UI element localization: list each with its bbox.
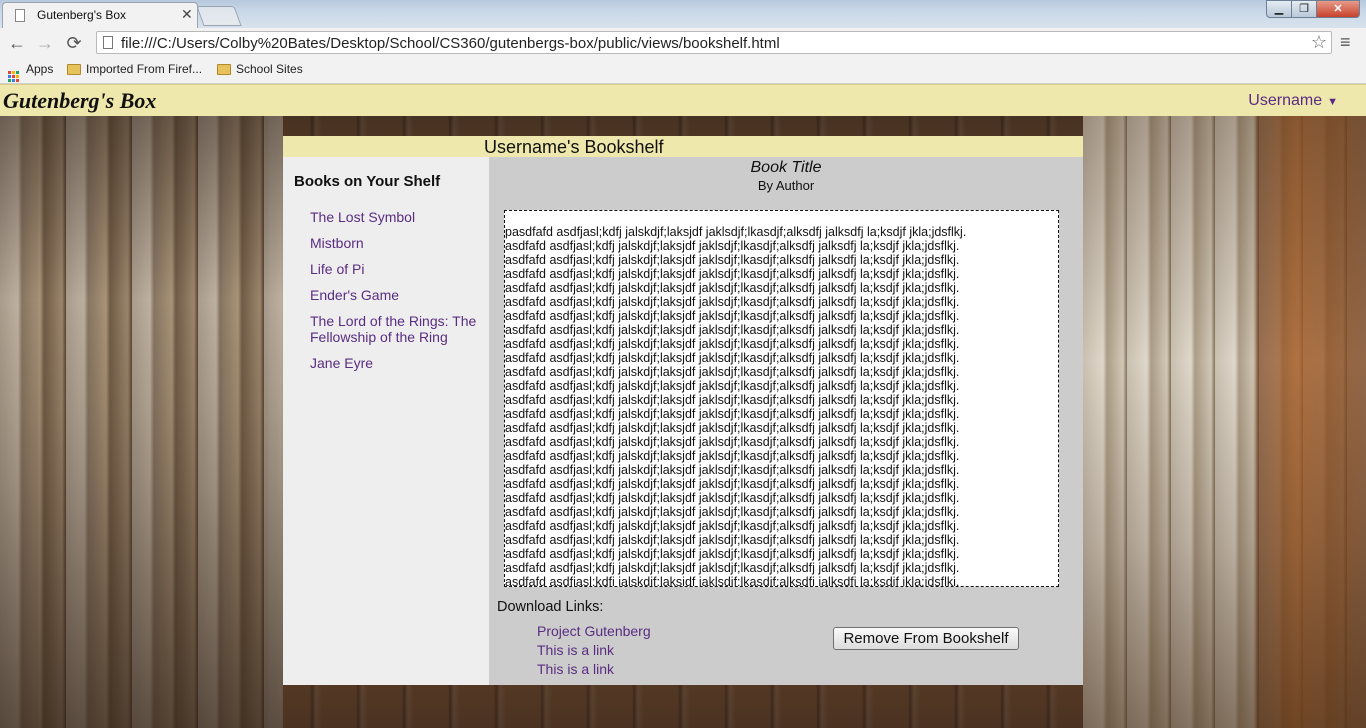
tab-close-icon[interactable]: ✕: [181, 6, 193, 23]
bookmark-school-sites-folder[interactable]: School Sites: [217, 62, 303, 76]
download-link[interactable]: This is a link: [537, 641, 651, 660]
bookmark-star-icon[interactable]: ☆: [1311, 32, 1327, 53]
window-controls: ▁ ❐ ✕: [1266, 0, 1360, 20]
reader-text-line: asdfafd asdfjasl;kdfj jalskdjf;laksjdf j…: [505, 505, 960, 519]
download-link[interactable]: This is a link: [537, 660, 651, 679]
bookshelf-header: Username's Bookshelf: [283, 136, 1083, 157]
bookmark-label: School Sites: [236, 62, 303, 76]
book-link[interactable]: Jane Eyre: [310, 355, 480, 371]
site-header: Gutenberg's Box Username ▼: [0, 84, 1366, 116]
reader-text-line: asdfafd asdfjasl;kdfj jalskdjf;laksjdf j…: [505, 547, 960, 561]
book-title: Book Title: [750, 159, 822, 176]
bookmarks-bar: Apps Imported From Firef... School Sites: [0, 58, 1366, 84]
apps-grid-icon: [8, 71, 20, 83]
reader-text-line: asdfafd asdfjasl;kdfj jalskdjf;laksjdf j…: [505, 323, 960, 337]
reader-text-line: asdfafd asdfjasl;kdfj jalskdjf;laksjdf j…: [505, 393, 960, 407]
tab-title: Gutenberg's Box: [37, 8, 127, 22]
reader-text-line: asdfafd asdfjasl;kdfj jalskdjf;laksjdf j…: [505, 253, 960, 267]
reader-text-line: asdfafd asdfjasl;kdfj jalskdjf;laksjdf j…: [505, 365, 960, 379]
folder-icon: [217, 64, 231, 75]
minimize-button[interactable]: ▁: [1266, 0, 1292, 18]
close-window-button[interactable]: ✕: [1316, 0, 1360, 18]
browser-toolbar: ← → ⟳ file:///C:/Users/Colby%20Bates/Des…: [0, 28, 1366, 58]
bookshelf-title: Username's Bookshelf: [484, 137, 664, 157]
download-link[interactable]: Project Gutenberg: [537, 622, 651, 641]
book-link[interactable]: Mistborn: [310, 235, 480, 251]
background-bookshelf-left: [0, 116, 283, 728]
reader-text-line: asdfafd asdfjasl;kdfj jalskdjf;laksjdf j…: [505, 337, 960, 351]
reader-text-line: asdfafd asdfjasl;kdfj jalskdjf;laksjdf j…: [505, 379, 960, 393]
reader-text-line: asdfafd asdfjasl;kdfj jalskdjf;laksjdf j…: [505, 239, 960, 253]
bookmark-label: Apps: [26, 62, 54, 76]
page-favicon-icon: [15, 9, 25, 22]
book-link[interactable]: The Lost Symbol: [310, 209, 480, 225]
reader-text-line: asdfafd asdfjasl;kdfj jalskdjf;laksjdf j…: [505, 463, 960, 477]
bookmark-imported-folder[interactable]: Imported From Firef...: [67, 62, 202, 76]
dropdown-caret-icon: ▼: [1327, 96, 1338, 108]
bookmark-apps[interactable]: Apps: [8, 62, 53, 83]
book-author: By Author: [757, 178, 815, 193]
reader-text-line: asdfafd asdfjasl;kdfj jalskdjf;laksjdf j…: [505, 575, 960, 587]
reader-text-line: asdfafd asdfjasl;kdfj jalskdjf;laksjdf j…: [505, 281, 960, 295]
maximize-button[interactable]: ❐: [1291, 0, 1317, 18]
download-links-list: Project Gutenberg This is a link This is…: [537, 622, 651, 679]
book-link[interactable]: The Lord of the Rings: The Fellowship of…: [310, 313, 480, 345]
browser-titlebar: Gutenberg's Box ✕ ▁ ❐ ✕: [0, 0, 1366, 28]
remove-from-bookshelf-button[interactable]: Remove From Bookshelf: [833, 627, 1019, 650]
book-link[interactable]: Life of Pi: [310, 261, 480, 277]
reader-text-line: asdfafd asdfjasl;kdfj jalskdjf;laksjdf j…: [505, 491, 960, 505]
reload-icon[interactable]: ⟳: [63, 32, 85, 54]
back-arrow-icon[interactable]: ←: [6, 32, 28, 54]
chrome-menu-icon[interactable]: ≡: [1340, 32, 1351, 53]
reader-text-line: asdfafd asdfjasl;kdfj jalskdjf;laksjdf j…: [505, 449, 960, 463]
reader-text-line: pasdfafd asdfjasl;kdfj jalskdjf;laksjdf …: [505, 225, 967, 239]
reader-text-line: asdfafd asdfjasl;kdfj jalskdjf;laksjdf j…: [505, 407, 960, 421]
new-tab-button[interactable]: [196, 6, 242, 26]
site-logo[interactable]: Gutenberg's Box: [3, 88, 156, 114]
folder-icon: [67, 64, 81, 75]
page-viewport: Gutenberg's Box Username ▼ Username's Boo…: [0, 84, 1366, 728]
reader-text-line: asdfafd asdfjasl;kdfj jalskdjf;laksjdf j…: [505, 519, 960, 533]
user-menu[interactable]: Username ▼: [1248, 92, 1338, 110]
book-detail: Book Title By Author pasdfafd asdfjasl;k…: [489, 157, 1083, 685]
reader-text-line: asdfafd asdfjasl;kdfj jalskdjf;laksjdf j…: [505, 533, 960, 547]
address-url[interactable]: file:///C:/Users/Colby%20Bates/Desktop/S…: [121, 35, 780, 52]
book-list: The Lost Symbol Mistborn Life of Pi Ende…: [310, 209, 480, 381]
address-bar[interactable]: file:///C:/Users/Colby%20Bates/Desktop/S…: [96, 31, 1332, 54]
browser-tab[interactable]: Gutenberg's Box ✕: [2, 2, 198, 28]
forward-arrow-icon[interactable]: →: [34, 32, 56, 54]
bookmark-label: Imported From Firef...: [86, 62, 203, 76]
bookshelf-panel: Username's Bookshelf Books on Your Shelf…: [283, 136, 1083, 685]
reader-text-line: asdfafd asdfjasl;kdfj jalskdjf;laksjdf j…: [505, 561, 960, 575]
page-icon: [103, 36, 113, 49]
reader-text-line: asdfafd asdfjasl;kdfj jalskdjf;laksjdf j…: [505, 295, 960, 309]
sidebar-heading: Books on Your Shelf: [294, 173, 441, 190]
reader-text-line: asdfafd asdfjasl;kdfj jalskdjf;laksjdf j…: [505, 351, 960, 365]
background-bookshelf-right: [1083, 116, 1366, 728]
book-text-reader[interactable]: pasdfafd asdfjasl;kdfj jalskdjf;laksjdf …: [504, 210, 1059, 587]
reader-text-line: asdfafd asdfjasl;kdfj jalskdjf;laksjdf j…: [505, 477, 960, 491]
shelf-sidebar: Books on Your Shelf The Lost Symbol Mist…: [283, 157, 489, 685]
book-link[interactable]: Ender's Game: [310, 287, 480, 303]
reader-text-line: asdfafd asdfjasl;kdfj jalskdjf;laksjdf j…: [505, 267, 960, 281]
reader-text-line: asdfafd asdfjasl;kdfj jalskdjf;laksjdf j…: [505, 435, 960, 449]
reader-text-line: asdfafd asdfjasl;kdfj jalskdjf;laksjdf j…: [505, 309, 960, 323]
user-menu-label: Username: [1248, 92, 1323, 109]
reader-text-line: asdfafd asdfjasl;kdfj jalskdjf;laksjdf j…: [505, 421, 960, 435]
download-links-heading: Download Links:: [497, 599, 604, 615]
